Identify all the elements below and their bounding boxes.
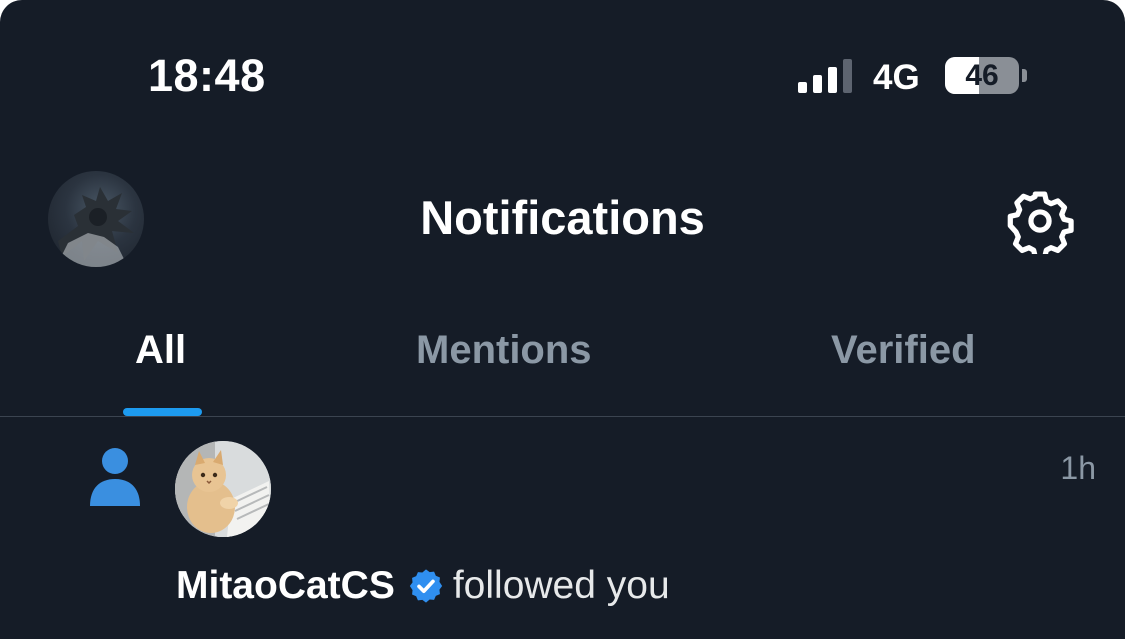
notifications-screen: 18:48 4G 46 Notifications All Mentions V… [0,0,1125,639]
active-tab-indicator [123,408,202,416]
notification-action: followed you [452,564,670,607]
tab-mentions[interactable]: Mentions [416,328,592,378]
gear-icon [1007,191,1074,260]
verified-badge-icon [407,567,445,605]
network-type: 4G [873,58,920,97]
tab-verified[interactable]: Verified [831,328,976,378]
notification-text: MitaoCatCS followed you [176,564,670,608]
notification-time: 1h [1060,450,1096,486]
cellular-signal-icon [798,57,856,93]
person-follow-icon [88,446,142,506]
tab-all[interactable]: All [135,328,186,378]
settings-button[interactable] [1006,188,1074,260]
page-title: Notifications [420,191,705,244]
follower-avatar[interactable] [175,441,271,537]
status-time: 18:48 [148,50,266,101]
follower-username[interactable]: MitaoCatCS [176,564,395,608]
battery-icon: 46 [945,57,1019,94]
battery-tip [1022,69,1027,82]
battery-level: 46 [965,59,999,92]
